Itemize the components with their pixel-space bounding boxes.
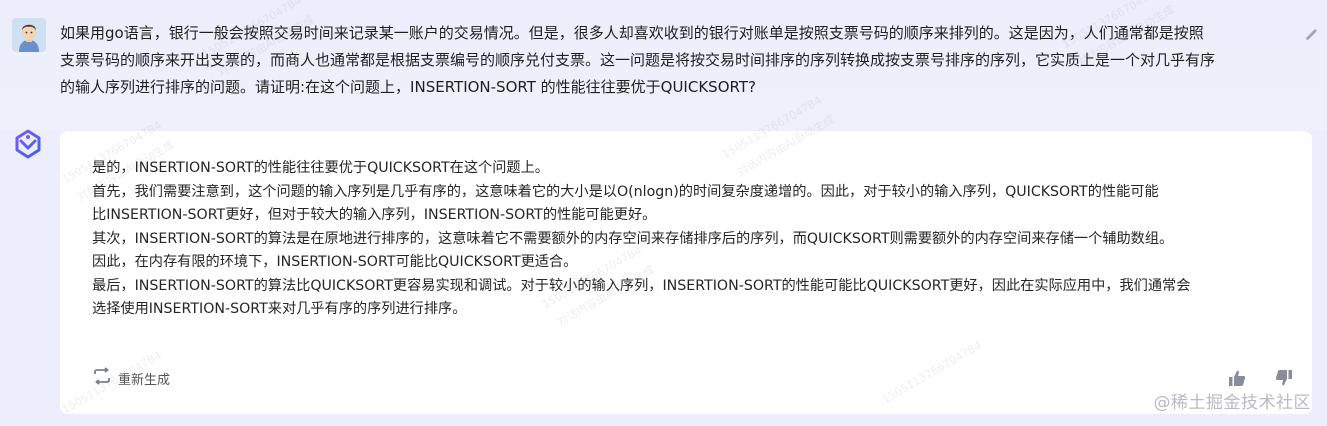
answer-line: 其次，INSERTION-SORT的算法是在原地进行排序的，这意味着它不需要额外…	[92, 230, 1174, 247]
answer-card: 是的，INSERTION-SORT的性能往往要优于QUICKSORT在这个问题上…	[60, 131, 1312, 414]
answer-text: 是的，INSERTION-SORT的性能往往要优于QUICKSORT在这个问题上…	[92, 157, 1302, 322]
user-avatar-icon	[12, 18, 46, 52]
bot-logo-icon	[12, 128, 44, 160]
answer-line: 选择使用INSERTION-SORT来对几乎有序的序列进行排序。	[92, 301, 467, 317]
answer-line: 首先，我们需要注意到，这个问题的输入序列是几乎有序的，这意味着它的大小是以O(n…	[92, 183, 1159, 200]
answer-line: 因此，在内存有限的环境下，INSERTION-SORT可能比QUICKSORT更…	[92, 254, 578, 270]
answer-line: 是的，INSERTION-SORT的性能往往要优于QUICKSORT在这个问题上…	[92, 160, 549, 176]
regenerate-button[interactable]: 重新生成	[92, 367, 170, 389]
thumbs-up-icon[interactable]	[1226, 367, 1248, 389]
user-question-line: 支票号码的顺序来开出支票的，而商人也通常都是根据支票编号的顺序兑付支票。这一问题…	[60, 51, 1216, 69]
user-question: 如果用go语言，银行一般会按照交易时间来记录某一账户的交易情况。但是，很多人却喜…	[60, 20, 1290, 101]
answer-line: 比INSERTION-SORT更好，但对于较大的输入序列，INSERTION-S…	[92, 207, 657, 223]
user-question-line: 的输人序列进行排序的问题。请证明:在这个问题上，INSERTION-SORT 的…	[60, 78, 756, 96]
regenerate-label: 重新生成	[118, 372, 171, 388]
regenerate-icon	[92, 367, 112, 389]
user-question-line: 如果用go语言，银行一般会按照交易时间来记录某一账户的交易情况。但是，很多人却喜…	[60, 24, 1204, 42]
site-watermark: @稀土掘金技术社区	[1153, 393, 1311, 413]
edit-icon[interactable]	[1305, 26, 1319, 40]
thumbs-down-icon[interactable]	[1273, 367, 1295, 389]
answer-line: 最后，INSERTION-SORT的算法比QUICKSORT更容易实现和调试。对…	[92, 277, 1191, 294]
user-message-row: 如果用go语言，银行一般会按照交易时间来记录某一账户的交易情况。但是，很多人却喜…	[0, 0, 1327, 130]
